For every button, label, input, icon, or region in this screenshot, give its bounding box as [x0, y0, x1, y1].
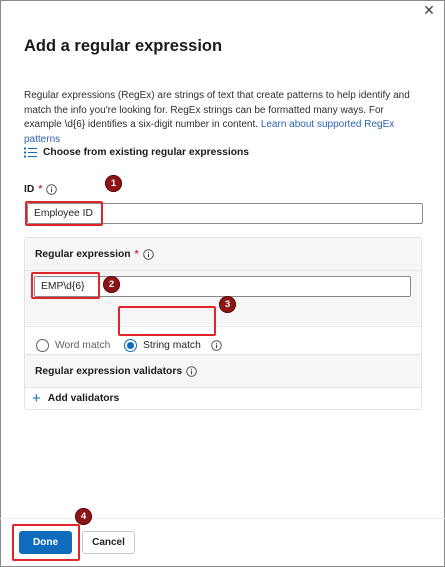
dialog-title: Add a regular expression — [24, 37, 223, 55]
badge-4: 4 — [75, 508, 92, 525]
footer-divider — [0, 518, 445, 519]
info-icon[interactable] — [46, 184, 58, 195]
radio-circle — [36, 339, 49, 352]
add-validators-button[interactable]: + Add validators — [24, 387, 422, 409]
highlight-regex — [31, 272, 100, 299]
id-required-mark: * — [38, 184, 43, 195]
highlight-id — [25, 201, 103, 226]
string-match-label: String match — [143, 340, 201, 351]
word-match-radio[interactable]: Word match — [36, 339, 110, 352]
validators-title: Regular expression validators — [35, 366, 197, 377]
cancel-button[interactable]: Cancel — [82, 531, 135, 554]
badge-3: 3 — [219, 296, 236, 313]
validators-title-text: Regular expression validators — [35, 366, 183, 377]
add-validators-label: Add validators — [47, 392, 120, 404]
dialog-description: Regular expressions (RegEx) are strings … — [24, 89, 424, 147]
badge-1: 1 — [105, 175, 122, 192]
id-label: ID * — [24, 184, 58, 195]
info-icon[interactable] — [186, 366, 197, 377]
word-match-label: Word match — [55, 340, 111, 351]
highlight-done — [12, 524, 80, 561]
radio-circle-selected — [124, 339, 137, 352]
info-icon[interactable] — [211, 340, 222, 351]
regex-required-mark: * — [134, 249, 139, 260]
highlight-string-match — [118, 306, 216, 336]
regex-section-title: Regular expression * — [35, 249, 154, 260]
id-label-text: ID — [24, 184, 35, 195]
list-icon — [24, 147, 37, 158]
choose-existing-label: Choose from existing regular expressions — [43, 147, 249, 158]
info-icon[interactable] — [142, 249, 154, 260]
string-match-radio[interactable]: String match — [124, 339, 222, 352]
badge-2: 2 — [103, 276, 120, 293]
regex-title-text: Regular expression — [35, 249, 131, 260]
choose-existing-button[interactable]: Choose from existing regular expressions — [24, 147, 249, 158]
plus-icon: + — [32, 389, 41, 407]
close-icon[interactable]: ✕ — [421, 2, 437, 18]
